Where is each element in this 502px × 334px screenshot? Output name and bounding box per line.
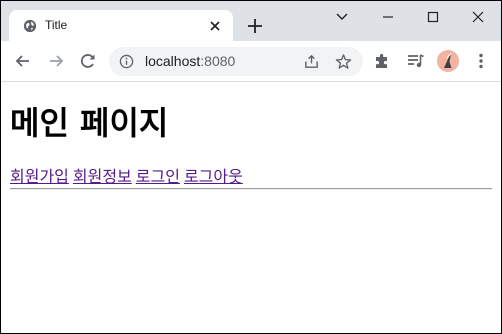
kebab-menu-icon[interactable] <box>471 51 491 71</box>
link-member-info[interactable]: 회원정보 <box>73 167 132 186</box>
browser-tab[interactable]: Title <box>9 10 233 41</box>
close-icon[interactable] <box>207 18 223 34</box>
page-title: 메인 페이지 <box>10 104 169 142</box>
puzzle-icon[interactable] <box>373 52 391 70</box>
title-bar: Title <box>1 1 501 41</box>
plus-icon[interactable] <box>246 17 264 35</box>
avatar[interactable] <box>437 50 459 72</box>
divider <box>10 188 492 190</box>
url-port: :8080 <box>200 53 236 69</box>
link-login[interactable]: 로그인 <box>136 167 180 186</box>
back-arrow-icon[interactable] <box>13 51 33 71</box>
link-logout[interactable]: 로그아웃 <box>184 167 243 186</box>
share-icon[interactable] <box>303 53 320 70</box>
page-content: 메인 페이지 회원가입 회원정보 로그인 로그아웃 <box>1 82 501 333</box>
nav-links: 회원가입 회원정보 로그인 로그아웃 <box>10 167 247 187</box>
window-close-icon[interactable] <box>469 9 487 25</box>
address-bar[interactable]: localhost:8080 <box>109 47 363 76</box>
star-icon[interactable] <box>335 53 352 70</box>
minimize-icon[interactable] <box>379 9 397 25</box>
forward-arrow-icon[interactable] <box>46 51 66 71</box>
reload-icon[interactable] <box>78 51 98 71</box>
info-icon[interactable] <box>119 54 134 69</box>
tab-title: Title <box>45 18 68 32</box>
globe-icon <box>23 19 37 33</box>
browser-window: Title localhost:8080 메인 페이지 회원가입 회원정보 로그… <box>0 0 502 334</box>
browser-toolbar: localhost:8080 <box>1 41 501 82</box>
link-signup[interactable]: 회원가입 <box>10 167 69 186</box>
url-host: localhost <box>145 53 201 69</box>
media-list-icon[interactable] <box>406 52 425 70</box>
url-text[interactable]: localhost:8080 <box>145 53 235 70</box>
maximize-icon[interactable] <box>424 9 442 25</box>
chevron-down-icon[interactable] <box>333 9 351 25</box>
profile-avatar-image <box>437 50 459 72</box>
